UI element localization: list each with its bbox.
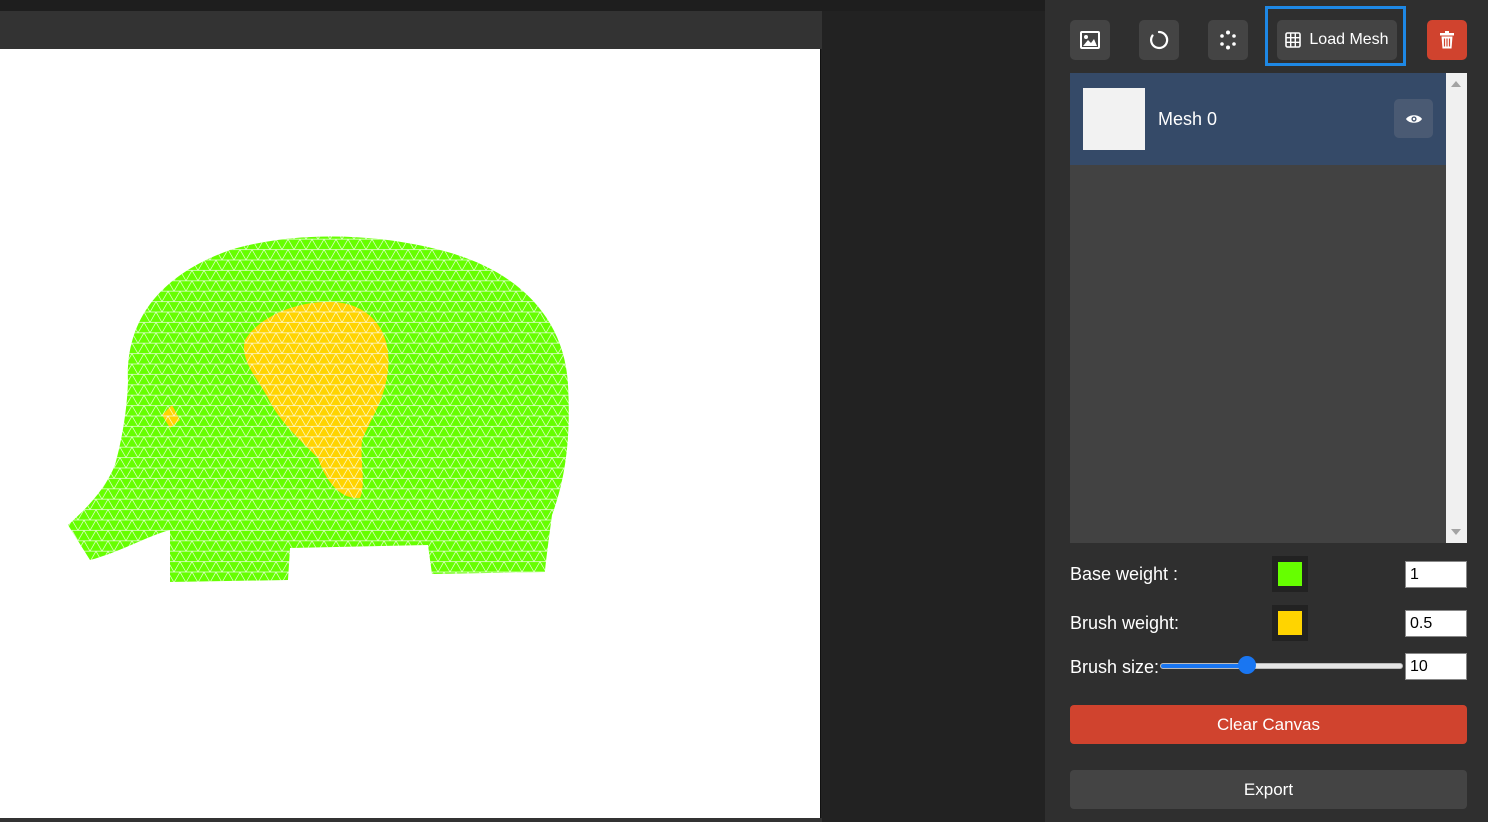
dotted-circle-icon	[1220, 30, 1236, 50]
clear-canvas-label: Clear Canvas	[1217, 714, 1320, 734]
base-color-picker[interactable]	[1272, 556, 1308, 592]
brush-size-input[interactable]	[1405, 653, 1467, 680]
load-mesh-button[interactable]: Load Mesh	[1277, 20, 1397, 60]
base-color-swatch	[1278, 562, 1302, 586]
scroll-up-arrow-icon[interactable]	[1451, 81, 1461, 87]
trash-icon	[1440, 31, 1454, 49]
delete-button[interactable]	[1427, 20, 1467, 60]
mesh-list-scrollbar[interactable]	[1446, 73, 1467, 543]
brush-size-label: Brush size:	[1070, 657, 1160, 677]
eye-icon	[1405, 114, 1422, 123]
export-button[interactable]: Export	[1070, 770, 1467, 809]
base-weight-label: Base weight :	[1070, 564, 1179, 584]
grid-icon	[1285, 32, 1302, 48]
canvas-bottom-strip	[0, 818, 822, 822]
mesh-list[interactable]: Mesh 0	[1070, 73, 1467, 543]
window-top-strip	[0, 0, 1045, 11]
image-icon	[1080, 31, 1100, 49]
mesh-name: Mesh 0	[1158, 109, 1218, 129]
canvas-header-bar	[0, 11, 822, 49]
load-mesh-label: Load Mesh	[1309, 31, 1389, 48]
drawing-canvas[interactable]	[0, 49, 821, 818]
generate-points-button[interactable]	[1208, 20, 1248, 60]
brush-color-swatch	[1278, 611, 1302, 635]
circle-arrow-icon	[1150, 30, 1169, 50]
elephant-mesh-drawing	[68, 236, 569, 582]
mesh-list-item[interactable]: Mesh 0	[1070, 73, 1446, 165]
brush-color-picker[interactable]	[1272, 605, 1308, 641]
clear-canvas-button[interactable]: Clear Canvas	[1070, 705, 1467, 744]
scroll-down-arrow-icon[interactable]	[1451, 529, 1461, 535]
brush-weight-label: Brush weight:	[1070, 613, 1180, 633]
brush-size-slider-track[interactable]	[1160, 663, 1403, 669]
mesh-thumbnail	[1083, 88, 1145, 150]
reset-button[interactable]	[1139, 20, 1179, 60]
visibility-toggle-button[interactable]	[1394, 99, 1433, 138]
load-image-button[interactable]	[1070, 20, 1110, 60]
export-label: Export	[1243, 779, 1294, 799]
brush-weight-input[interactable]	[1405, 610, 1467, 637]
triangle-mesh-overlay	[68, 236, 569, 582]
base-weight-input[interactable]	[1405, 561, 1467, 588]
brush-size-slider-fill	[1161, 664, 1248, 668]
